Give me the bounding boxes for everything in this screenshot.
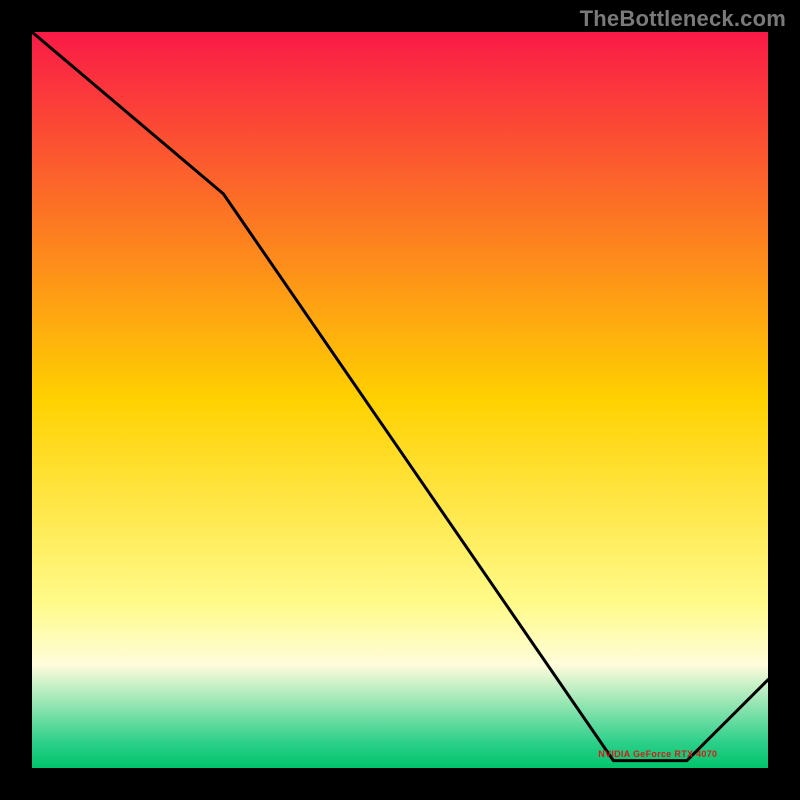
plot-area: NVIDIA GeForce RTX 4070 <box>32 32 768 768</box>
chart-frame: TheBottleneck.com NVIDIA GeForce RTX 407… <box>0 0 800 800</box>
chart-svg <box>32 32 768 768</box>
series-annotation: NVIDIA GeForce RTX 4070 <box>598 749 717 759</box>
gradient-background <box>32 32 768 768</box>
attribution-label: TheBottleneck.com <box>580 6 786 32</box>
